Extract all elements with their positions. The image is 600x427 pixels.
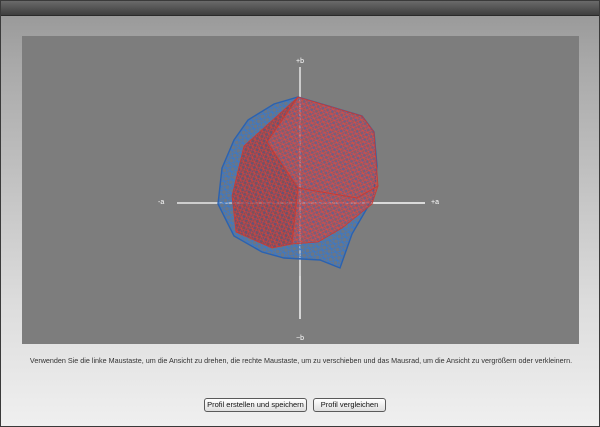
axis-label-minus-a: -a xyxy=(158,199,164,206)
title-bar xyxy=(1,1,599,16)
axis-label-plus-b: +b xyxy=(296,58,304,65)
compare-profile-button[interactable]: Profil vergleichen xyxy=(313,398,386,412)
create-save-profile-button[interactable]: Profil erstellen und speichern xyxy=(204,398,307,412)
axis-label-plus-a: +a xyxy=(431,199,439,206)
gamut-3d-viewport[interactable]: +b −b -a +a xyxy=(22,36,579,344)
axis-label-minus-b: −b xyxy=(296,335,304,342)
gamut-3d-canvas[interactable]: +b −b -a +a xyxy=(22,36,579,344)
navigation-hint: Verwenden Sie die linke Maustaste, um di… xyxy=(29,356,573,365)
app-window: +b −b -a +a Verwenden Sie die linke Maus… xyxy=(0,0,600,427)
